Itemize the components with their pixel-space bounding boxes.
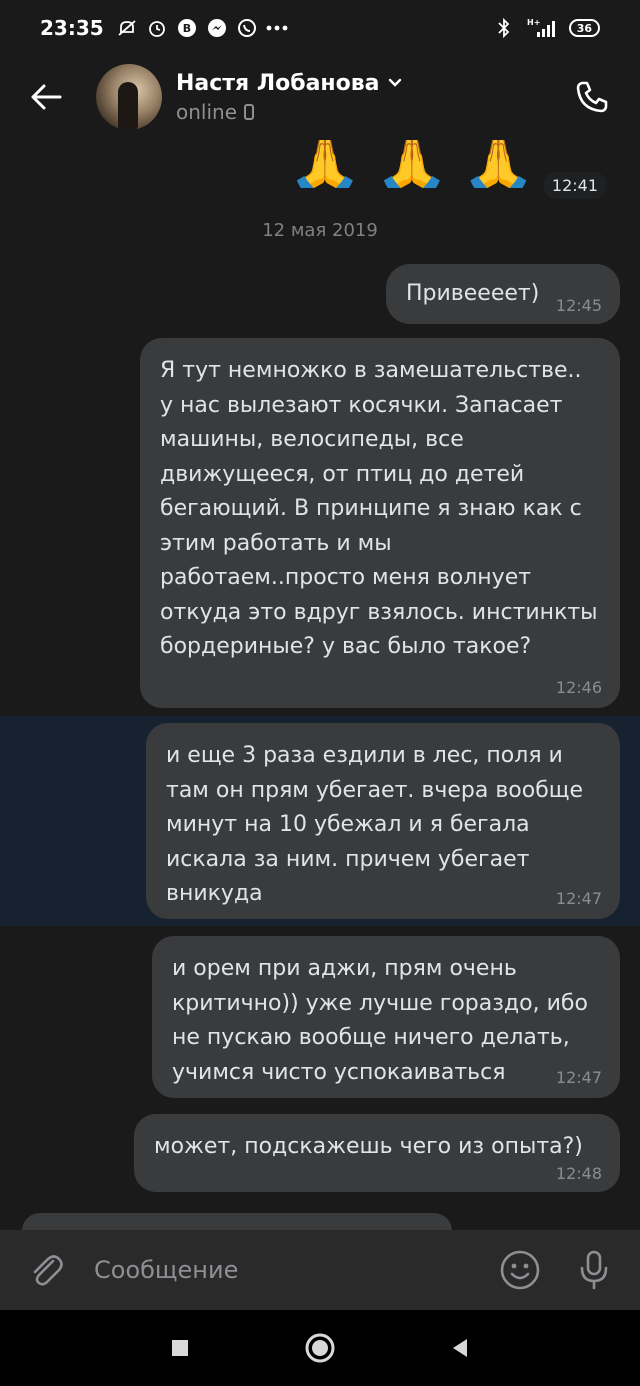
message-time: 12:47 [555,1068,602,1087]
message-text: может, подскажешь чего из опыта?) [154,1134,583,1159]
message-text: Я тут немножко в замешательстве.. у нас … [160,358,598,659]
bluetooth-icon [493,17,515,39]
phone-icon [576,81,608,113]
message-bubble[interactable]: Привеееет) 12:45 [386,264,620,324]
triangle-back-icon [453,1339,467,1357]
attach-button[interactable] [24,1248,68,1292]
message-list[interactable]: 🙏 🙏 🙏 12:41 12 мая 2019 Привеееет) 12:45… [0,138,640,1230]
message-time: 12:41 [543,172,606,199]
square-icon [172,1340,188,1356]
home-button[interactable] [300,1328,340,1368]
contact-name: Настя Лобанова [176,70,380,96]
message-input[interactable] [94,1256,496,1284]
muted-icon [116,17,138,39]
recents-button[interactable] [160,1328,200,1368]
alarm-icon [146,17,168,39]
call-button[interactable] [568,73,616,121]
back-nav-button[interactable] [440,1328,480,1368]
mobile-device-icon [244,103,255,120]
contact-avatar[interactable] [96,64,162,130]
smile-icon [500,1250,540,1290]
message-text: Привеееет) [406,281,540,306]
contact-status: online [176,99,238,124]
message-time: 12:46 [555,678,602,697]
battery-indicator: 36 [568,19,600,37]
arrow-left-icon [31,84,62,110]
system-navigation-bar [0,1310,640,1386]
status-time: 23:35 [40,16,104,40]
emoji-button[interactable] [496,1246,544,1294]
contact-info[interactable]: Настя Лобанова online [176,71,402,124]
microphone-icon [580,1250,608,1290]
message-bubble[interactable]: и еще 3 раза ездили в лес, поля и там он… [146,723,620,919]
circle-icon [305,1333,335,1363]
message-time: 12:45 [555,296,602,315]
signal-icon: H+ [525,17,559,39]
status-bar: 23:35 B H+ 36 [0,0,640,56]
vk-icon: B [176,17,198,39]
pray-emoji: 🙏 [461,140,536,188]
pray-emoji: 🙏 [287,140,363,188]
svg-text:B: B [182,22,190,35]
whatsapp-icon [236,17,258,39]
messenger-icon [206,17,228,39]
paperclip-icon [33,1255,63,1286]
message-time: 12:48 [555,1164,602,1183]
message-time: 12:47 [555,889,602,908]
message-bubble[interactable]: может, подскажешь чего из опыта?) 12:48 [134,1114,620,1192]
more-dots-icon [266,17,288,39]
chevron-down-icon [388,78,401,87]
pray-emoji: 🙏 [374,140,450,188]
back-button[interactable] [16,67,76,127]
chat-header: Настя Лобанова online [0,56,640,138]
notification-icons: B [116,17,288,39]
date-separator: 12 мая 2019 [262,220,378,241]
message-row-highlighted: и еще 3 раза ездили в лес, поля и там он… [0,716,640,926]
message-row: и орем при аджи, прям очень критично)) у… [0,936,640,1100]
message-text: и еще 3 раза ездили в лес, поля и там он… [166,743,584,906]
message-bubble[interactable]: Я тут немножко в замешательстве.. у нас … [140,338,620,708]
network-type: H+ [527,18,540,27]
voice-message-button[interactable] [570,1246,618,1294]
message-text: и орем при аджи, прям очень критично)) у… [172,956,588,1085]
message-row: Привеееет) 12:45 [0,262,640,326]
message-row: Я тут немножко в замешательстве.. у нас … [0,338,640,710]
emoji-message[interactable]: 🙏 🙏 🙏 [288,140,536,188]
system-icons: H+ 36 [493,17,600,39]
message-bubble[interactable]: и орем при аджи, прям очень критично)) у… [152,936,620,1098]
message-row: может, подскажешь чего из опыта?) 12:48 [0,1114,640,1194]
message-composer [0,1230,640,1310]
